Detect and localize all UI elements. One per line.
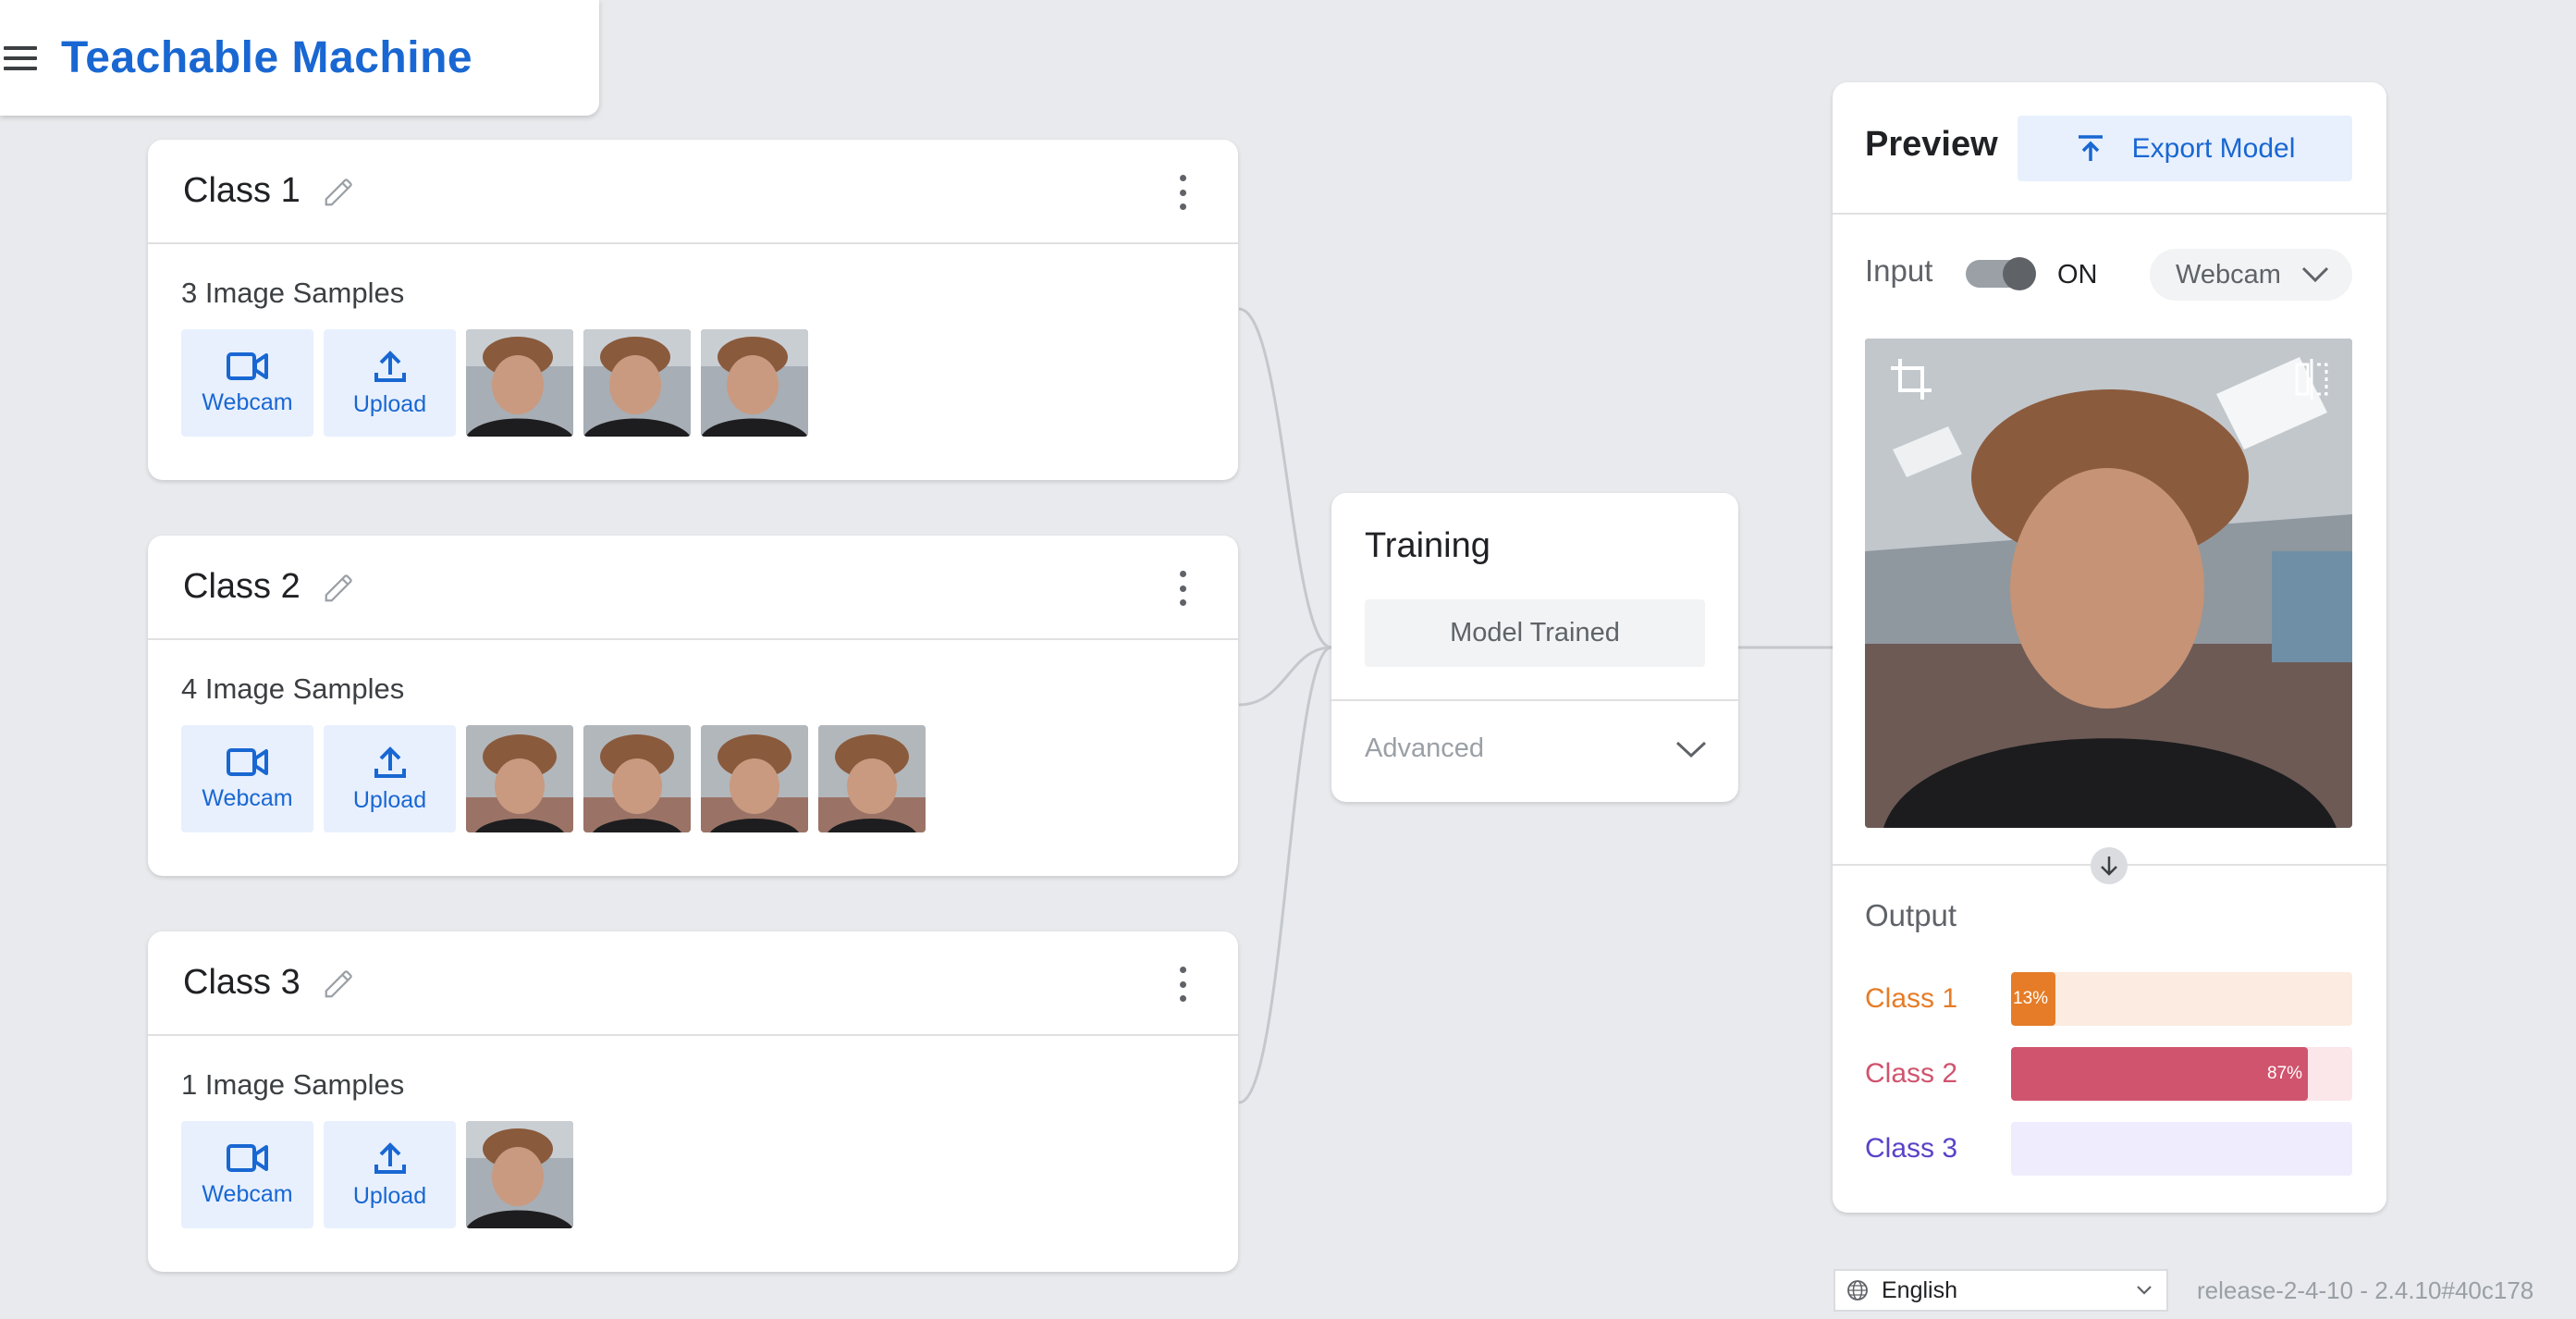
output-class-name: Class 3	[1865, 1133, 1958, 1164]
class-card-1: Class 1 3 Image Samples Webcam Upload	[148, 140, 1238, 480]
video-camera-icon	[226, 747, 268, 776]
edit-pencil-icon[interactable]	[321, 965, 358, 1002]
class-name: Class 1	[183, 171, 301, 210]
upload-icon	[374, 746, 406, 778]
webcam-button[interactable]: Webcam	[181, 1121, 313, 1228]
upload-button[interactable]: Upload	[324, 1121, 456, 1228]
class-name: Class 2	[183, 567, 301, 606]
upload-button[interactable]: Upload	[324, 725, 456, 832]
toggle-state: ON	[2057, 260, 2098, 290]
export-model-button[interactable]: Export Model	[2018, 116, 2352, 181]
confidence-bar	[2011, 1122, 2352, 1176]
crop-icon[interactable]	[1889, 357, 1933, 401]
webcam-label: Webcam	[202, 1180, 293, 1207]
edit-pencil-icon[interactable]	[321, 173, 358, 210]
webcam-button[interactable]: Webcam	[181, 329, 313, 437]
webcam-button[interactable]: Webcam	[181, 725, 313, 832]
sample-thumbnail[interactable]	[818, 725, 926, 832]
divider	[1331, 699, 1738, 701]
preview-title: Preview	[1865, 125, 1998, 164]
release-version: release-2-4-10 - 2.4.10#40c178	[2197, 1276, 2534, 1304]
export-icon	[2078, 134, 2103, 161]
input-toggle[interactable]	[1966, 257, 2036, 290]
confidence-percent: 13%	[2013, 989, 2049, 1008]
upload-label: Upload	[352, 786, 427, 813]
class-header: Class 3	[148, 931, 1238, 1036]
arrow-down-icon	[2091, 847, 2128, 884]
class-card-3: Class 3 1 Image Samples Webcam Upload	[148, 931, 1238, 1272]
preview-panel: Preview Export Model Input ON Webcam Out…	[1833, 82, 2386, 1213]
export-label: Export Model	[2131, 132, 2296, 164]
output-class-name: Class 2	[1865, 1058, 1958, 1089]
sample-thumbnail[interactable]	[701, 725, 808, 832]
training-panel: Training Model Trained Advanced	[1331, 493, 1738, 802]
upload-icon	[374, 1141, 406, 1174]
toggle-knob	[2003, 257, 2036, 290]
input-source-select[interactable]: Webcam	[2150, 249, 2352, 301]
chevron-down-icon	[2301, 266, 2328, 283]
class-card-2: Class 2 4 Image Samples Webcam Upload	[148, 536, 1238, 876]
advanced-toggle[interactable]: Advanced	[1365, 733, 1707, 764]
samples-count: 3 Image Samples	[181, 277, 405, 309]
more-options-icon[interactable]	[1173, 967, 1192, 1002]
webcam-label: Webcam	[202, 784, 293, 811]
video-camera-icon	[226, 351, 268, 380]
sample-thumbnail[interactable]	[583, 725, 691, 832]
output-row-class-3: Class 3	[1865, 1122, 2352, 1176]
upload-icon	[374, 350, 406, 382]
video-camera-icon	[226, 1143, 268, 1172]
sample-row: Webcam Upload	[181, 329, 808, 437]
webcam-preview	[1865, 339, 2352, 828]
training-title: Training	[1365, 526, 1490, 565]
class-header: Class 1	[148, 140, 1238, 244]
output-row-class-2: Class 2 87%	[1865, 1047, 2352, 1101]
sample-thumbnail[interactable]	[701, 329, 808, 437]
webcam-frame	[1865, 339, 2352, 828]
more-options-icon[interactable]	[1173, 175, 1192, 210]
sample-thumbnail[interactable]	[466, 1121, 573, 1228]
sample-row: Webcam Upload	[181, 1121, 573, 1228]
chevron-down-icon	[2137, 1286, 2152, 1295]
webcam-label: Webcam	[202, 388, 293, 415]
language-select[interactable]: English	[1834, 1269, 2168, 1312]
chevron-down-icon	[1675, 741, 1707, 758]
source-label: Webcam	[2176, 259, 2281, 290]
confidence-bar: 87%	[2011, 1047, 2352, 1101]
edit-pencil-icon[interactable]	[321, 569, 358, 606]
sample-thumbnail[interactable]	[583, 329, 691, 437]
divider	[1833, 213, 2386, 215]
advanced-label: Advanced	[1365, 733, 1484, 763]
language-label: English	[1882, 1276, 1957, 1303]
class-header: Class 2	[148, 536, 1238, 640]
output-label: Output	[1865, 898, 1957, 932]
upload-button[interactable]: Upload	[324, 329, 456, 437]
samples-count: 1 Image Samples	[181, 1068, 405, 1101]
input-label: Input	[1865, 253, 1933, 288]
upload-label: Upload	[352, 1182, 427, 1209]
confidence-percent: 87%	[2267, 1064, 2303, 1083]
class-name: Class 3	[183, 963, 301, 1002]
more-options-icon[interactable]	[1173, 571, 1192, 606]
sample-thumbnail[interactable]	[466, 329, 573, 437]
globe-icon	[1847, 1280, 1868, 1301]
sample-thumbnail[interactable]	[466, 725, 573, 832]
model-trained-button[interactable]: Model Trained	[1365, 599, 1705, 667]
confidence-fill	[2011, 1047, 2309, 1101]
samples-count: 4 Image Samples	[181, 672, 405, 705]
flip-icon[interactable]	[2293, 359, 2330, 400]
output-row-class-1: Class 1 13%	[1865, 972, 2352, 1026]
sample-row: Webcam Upload	[181, 725, 926, 832]
output-class-name: Class 1	[1865, 983, 1958, 1014]
upload-label: Upload	[352, 390, 427, 417]
confidence-bar: 13%	[2011, 972, 2352, 1026]
